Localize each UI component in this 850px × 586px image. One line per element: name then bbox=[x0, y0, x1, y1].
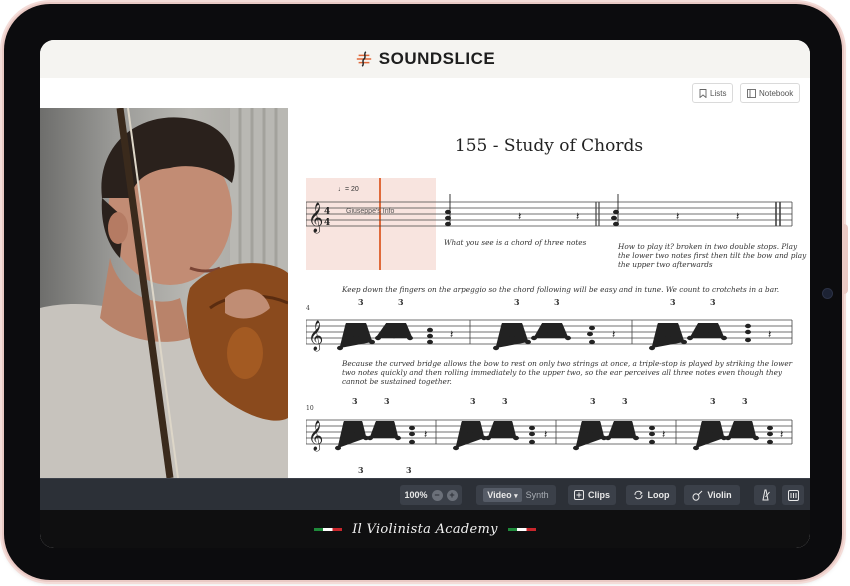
instrument-button[interactable]: Violin bbox=[684, 485, 740, 505]
svg-text:𝄞: 𝄞 bbox=[308, 202, 323, 234]
video-frame bbox=[40, 108, 288, 478]
triplet-mark: 3 bbox=[514, 297, 520, 307]
lists-button[interactable]: Lists bbox=[692, 83, 734, 103]
annotation-how-to-play: How to play it? broken in two double sto… bbox=[618, 242, 807, 269]
synth-source-button[interactable]: Synth bbox=[526, 490, 549, 500]
triplet-mark: 3 bbox=[590, 396, 596, 406]
settings-button[interactable] bbox=[782, 485, 804, 505]
clips-button[interactable]: Clips bbox=[568, 485, 616, 505]
triplet-mark: 3 bbox=[352, 396, 358, 406]
metronome-button[interactable] bbox=[754, 485, 776, 505]
svg-text:𝄞: 𝄞 bbox=[308, 420, 323, 452]
loop-icon bbox=[634, 490, 643, 500]
brand-bar: SOUNDSLICE bbox=[40, 40, 810, 78]
score-title: 155 - Study of Chords bbox=[454, 136, 644, 156]
video-source-button[interactable]: Video ▾ bbox=[483, 488, 522, 502]
annotation-because: Because the curved bridge allows the bow… bbox=[342, 359, 793, 386]
triplet-mark: 3 bbox=[742, 396, 748, 406]
svg-text:𝄽: 𝄽 bbox=[518, 211, 521, 223]
audio-source-toggle: Video ▾ Synth bbox=[476, 485, 556, 505]
brand[interactable]: SOUNDSLICE bbox=[355, 49, 495, 69]
svg-text:𝄽: 𝄽 bbox=[676, 211, 679, 223]
sliders-icon bbox=[787, 489, 799, 501]
violin-label: Violin bbox=[707, 490, 732, 500]
loop-button[interactable]: Loop bbox=[626, 485, 676, 505]
annotation-keep-down: Keep down the fingers on the arpeggio so… bbox=[342, 285, 780, 294]
triplet-mark: 3 bbox=[502, 396, 508, 406]
zoom-out-button[interactable]: − bbox=[431, 489, 443, 501]
triplet-mark: 3 bbox=[554, 297, 560, 307]
zoom-in-button[interactable]: + bbox=[446, 489, 458, 501]
svg-text:𝄽: 𝄽 bbox=[736, 211, 739, 223]
soundslice-logo-icon bbox=[356, 51, 371, 67]
svg-text:4: 4 bbox=[324, 218, 330, 228]
annotation-chord-note: What you see is a chord of three notes bbox=[444, 238, 587, 247]
triplet-mark: 3 bbox=[670, 297, 676, 307]
triplet-mark: 3 bbox=[358, 297, 364, 307]
staff-1: 𝄞 4 4 𝄽 𝄽 𝄽 𝄽 bbox=[306, 194, 793, 234]
academy-footer: Il Violinista Academy bbox=[40, 510, 810, 548]
academy-name: Il Violinista Academy bbox=[352, 521, 498, 537]
tablet-side-button bbox=[842, 224, 848, 294]
notebook-label: Notebook bbox=[759, 88, 794, 98]
chevron-down-icon: ▾ bbox=[514, 493, 518, 500]
bookmark-icon bbox=[699, 88, 707, 98]
svg-text:𝄽: 𝄽 bbox=[780, 429, 783, 441]
metronome-icon bbox=[761, 489, 770, 501]
lists-label: Lists bbox=[710, 88, 727, 98]
svg-text:𝄽: 𝄽 bbox=[612, 329, 615, 341]
svg-text:𝄞: 𝄞 bbox=[308, 320, 323, 352]
zoom-control: 100% − + bbox=[400, 485, 462, 505]
svg-text:𝄽: 𝄽 bbox=[450, 329, 453, 341]
clips-label: Clips bbox=[587, 490, 610, 500]
staff-2: 𝄞 𝄽 𝄽 𝄽 bbox=[306, 319, 793, 352]
triplet-mark: 3 bbox=[406, 465, 412, 475]
triplet-mark: 3 bbox=[710, 297, 716, 307]
triplet-mark: 3 bbox=[622, 396, 628, 406]
score-toolbar: Lists Notebook bbox=[40, 78, 810, 109]
tablet-frame: SOUNDSLICE Lists Notebook 155 - Study of… bbox=[4, 4, 848, 580]
video-player[interactable] bbox=[40, 108, 288, 478]
svg-text:𝄽: 𝄽 bbox=[544, 429, 547, 441]
sheet-music[interactable]: 155 - Study of Chords ♩= 20 Giuseppe's I… bbox=[288, 108, 810, 478]
tablet-camera bbox=[822, 288, 833, 299]
svg-text:𝄽: 𝄽 bbox=[768, 329, 771, 341]
notebook-icon bbox=[747, 88, 756, 98]
svg-text:𝄽: 𝄽 bbox=[576, 211, 579, 223]
triplet-mark: 3 bbox=[358, 465, 364, 475]
svg-text:𝄽: 𝄽 bbox=[662, 429, 665, 441]
italian-flag-stripe bbox=[507, 527, 536, 531]
triplet-mark: 3 bbox=[398, 297, 404, 307]
clips-icon bbox=[573, 490, 584, 500]
violin-icon bbox=[692, 490, 703, 501]
brand-name: SOUNDSLICE bbox=[378, 49, 496, 68]
playback-controls: 100% − + Video ▾ Synth Clips Loop Violin bbox=[40, 478, 810, 511]
staff-3: 𝄞 𝄽 𝄽 𝄽 𝄽 bbox=[306, 419, 793, 452]
svg-text:𝄽: 𝄽 bbox=[424, 429, 427, 441]
loop-label: Loop bbox=[647, 490, 670, 500]
app-screen: SOUNDSLICE Lists Notebook 155 - Study of… bbox=[40, 40, 810, 548]
zoom-level: 100% bbox=[404, 490, 428, 500]
triplet-mark: 3 bbox=[384, 396, 390, 406]
italian-flag-stripe bbox=[314, 527, 343, 531]
triplet-mark: 3 bbox=[710, 396, 716, 406]
tempo-marking: ♩= 20 bbox=[338, 186, 359, 193]
notebook-button[interactable]: Notebook bbox=[740, 83, 801, 103]
video-source-label: Video bbox=[487, 490, 512, 500]
svg-text:4: 4 bbox=[324, 207, 330, 217]
triplet-mark: 3 bbox=[470, 396, 476, 406]
